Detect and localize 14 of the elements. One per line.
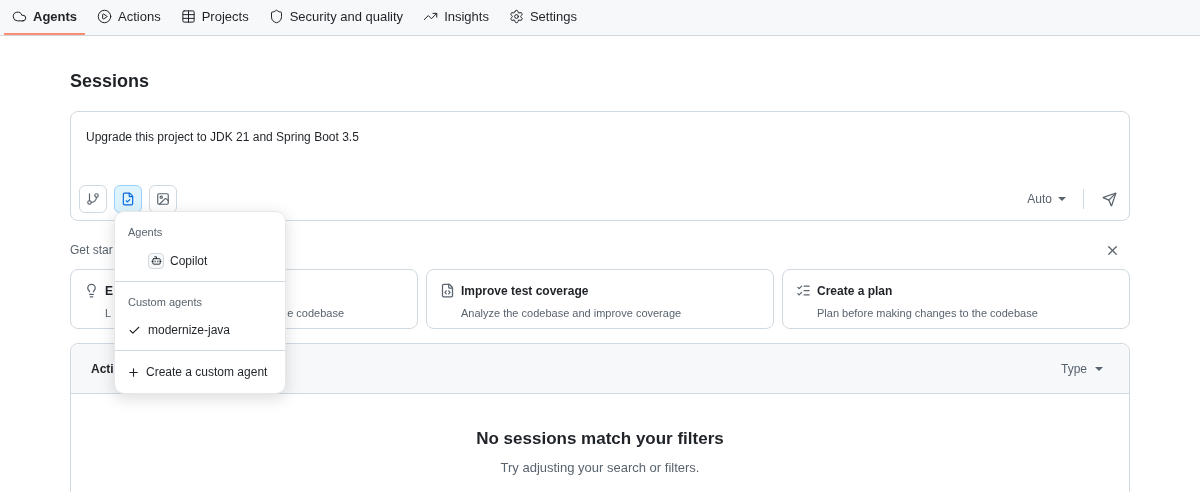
get-started-label: Get star xyxy=(70,242,113,259)
card-description: Plan before making changes to the codebase xyxy=(817,306,1038,321)
card-title: E xyxy=(105,283,114,300)
panel-title: Acti xyxy=(91,360,114,378)
empty-hint: Try adjusting your search or filters. xyxy=(500,458,700,477)
page-heading: Sessions xyxy=(70,70,151,93)
empty-title: No sessions match your filters xyxy=(476,428,724,450)
card-title: Improve test coverage xyxy=(461,283,590,300)
card-title: Create a plan xyxy=(817,283,894,300)
card-description: e codebase xyxy=(287,306,344,321)
card-description: Analyze the codebase and improve coverage xyxy=(461,306,682,321)
menu-section-label: Custom agents xyxy=(127,294,203,310)
card-description: L xyxy=(105,306,112,321)
menu-section-label: Agents xyxy=(127,225,164,240)
